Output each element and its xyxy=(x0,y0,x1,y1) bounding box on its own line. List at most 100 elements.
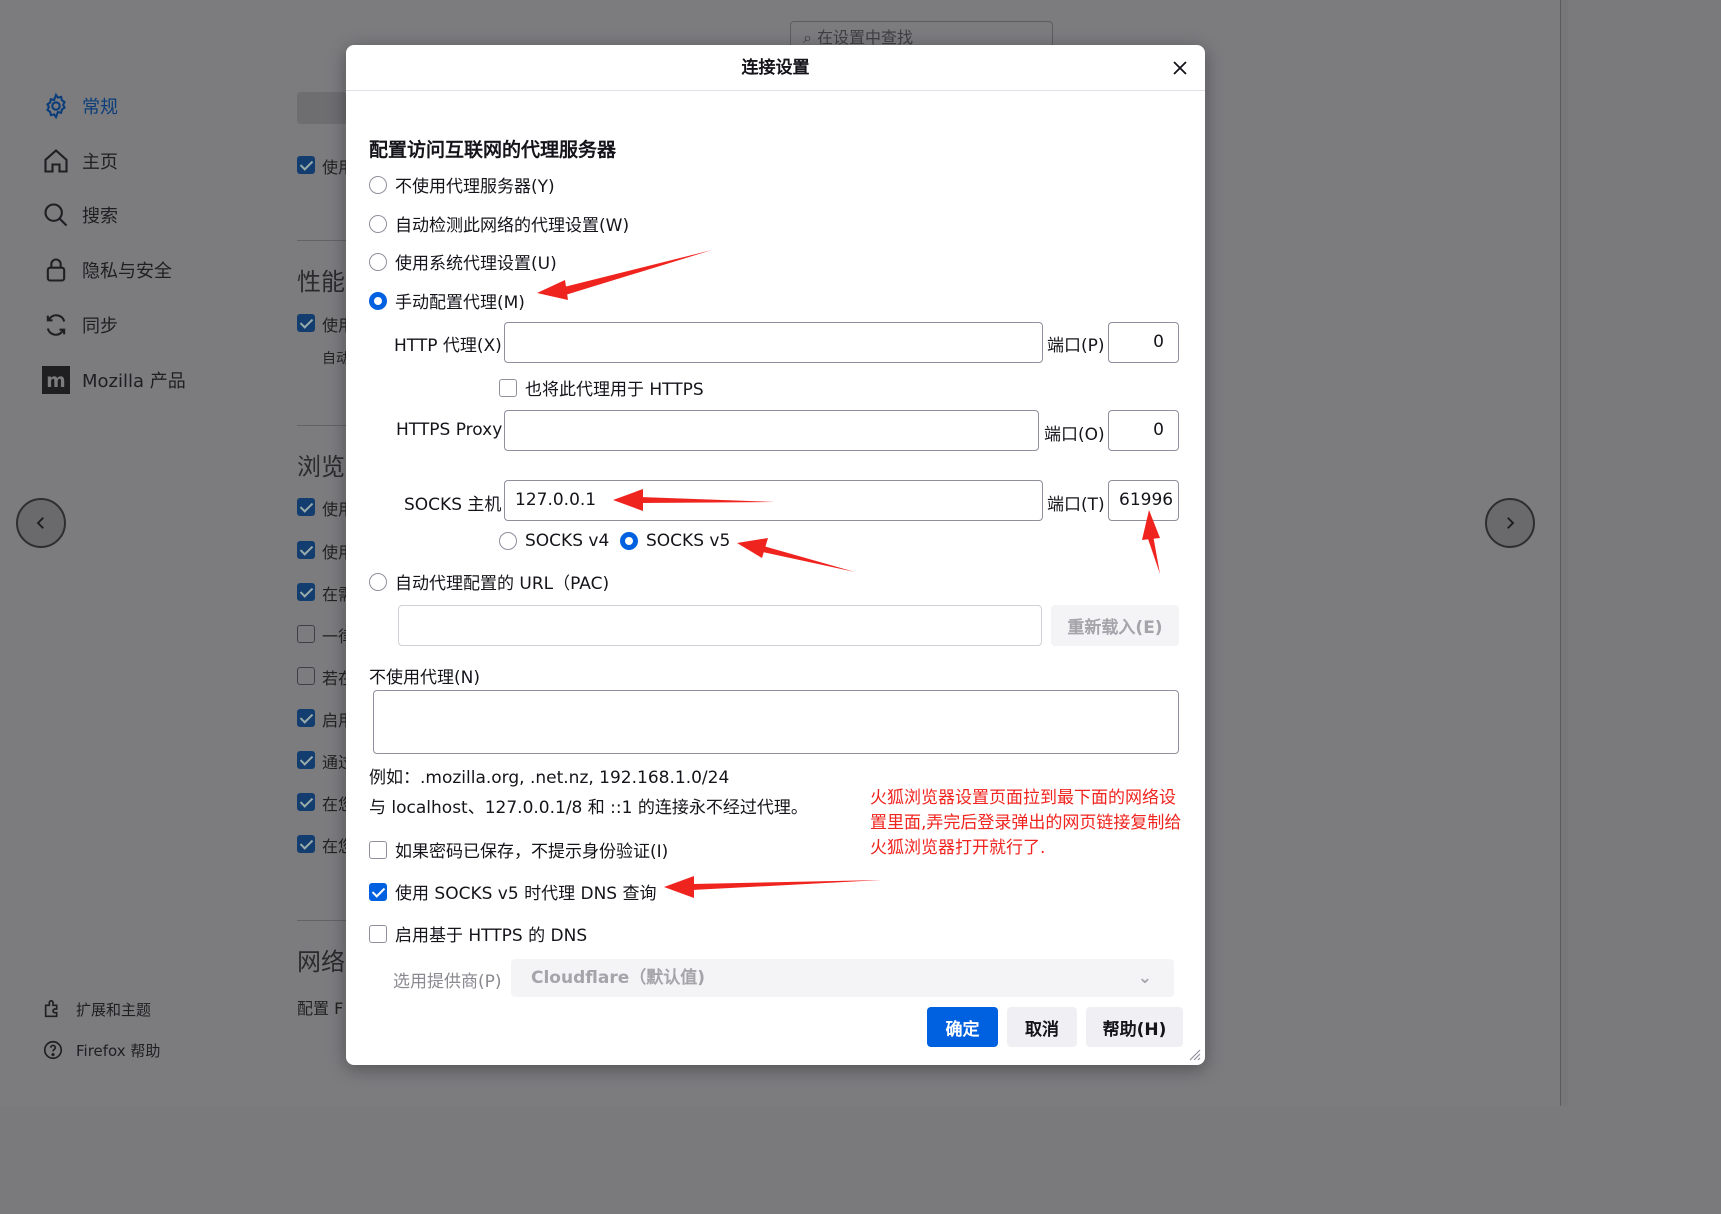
nav-extensions[interactable]: 扩展和主题 xyxy=(42,998,151,1020)
bg-checkbox[interactable] xyxy=(297,793,315,811)
radio-indicator[interactable] xyxy=(369,572,387,591)
bg-text: 自动 xyxy=(322,351,347,367)
proxy-section-title: 配置访问互联网的代理服务器 xyxy=(369,139,617,161)
bg-text: 在您 xyxy=(322,837,347,856)
bg-checkbox[interactable] xyxy=(297,583,315,601)
radio-no-proxy[interactable]: 不使用代理服务器(Y) xyxy=(369,172,555,197)
window-edge xyxy=(1560,0,1568,1106)
bg-text: 一律 xyxy=(322,627,347,646)
bg-text: 使用 xyxy=(322,543,347,562)
radio-indicator[interactable] xyxy=(369,175,387,194)
https-port-label: 端口(O) xyxy=(1044,425,1105,445)
radio-system-proxy[interactable]: 使用系统代理设置(U) xyxy=(369,249,557,274)
provider-select[interactable]: Cloudflare（默认值) ⌄ xyxy=(511,959,1174,997)
nav-mozilla-products[interactable]: m Mozilla 产品 xyxy=(42,366,186,394)
nav-label: 主页 xyxy=(82,152,118,173)
socks-host-input[interactable]: 127.0.0.1 xyxy=(504,480,1043,521)
checkbox-indicator[interactable] xyxy=(369,924,387,943)
localhost-hint: 与 localhost、127.0.0.1/8 和 ::1 的连接永不经过代理。 xyxy=(369,798,808,818)
checkbox-indicator[interactable] xyxy=(369,882,387,901)
dialog-title: 连接设置 xyxy=(346,45,1205,91)
bg-checkbox[interactable] xyxy=(297,156,315,174)
socks-port-input[interactable]: 61996 xyxy=(1108,480,1179,521)
https-dns-checkbox[interactable]: 启用基于 HTTPS 的 DNS xyxy=(369,921,587,946)
no-auth-prompt-checkbox[interactable]: 如果密码已保存，不提示身份验证(I) xyxy=(369,837,668,862)
home-icon xyxy=(44,149,68,173)
bg-text: 配置 F xyxy=(297,999,344,1018)
http-port-input[interactable]: 0 xyxy=(1108,322,1179,363)
https-proxy-label: HTTPS Proxy xyxy=(396,420,503,440)
radio-label: 使用系统代理设置(U) xyxy=(395,254,557,274)
search-icon xyxy=(44,203,68,227)
nav-label: 隐私与安全 xyxy=(82,261,172,282)
no-proxy-textarea[interactable] xyxy=(373,690,1179,754)
bg-checkbox[interactable] xyxy=(297,625,315,643)
radio-manual-proxy[interactable]: 手动配置代理(M) xyxy=(369,288,525,313)
also-https-checkbox[interactable]: 也将此代理用于 HTTPS xyxy=(499,375,704,400)
nav-label: 搜索 xyxy=(82,206,118,227)
checkbox-label: 使用 SOCKS v5 时代理 DNS 查询 xyxy=(395,884,657,904)
checkbox-indicator[interactable] xyxy=(499,378,517,397)
checkbox-label: 启用基于 HTTPS 的 DNS xyxy=(395,926,588,946)
bg-checkbox[interactable] xyxy=(297,709,315,727)
annotation-note: 火狐浏览器设置页面拉到最下面的网络设置里面,弄完后登录弹出的网页链接复制给火狐浏… xyxy=(870,788,1182,858)
radio-pac-url[interactable]: 自动代理配置的 URL（PAC) xyxy=(369,569,609,594)
checkbox-indicator[interactable] xyxy=(369,840,387,859)
close-icon xyxy=(1173,61,1187,75)
socks-dns-checkbox[interactable]: 使用 SOCKS v5 时代理 DNS 查询 xyxy=(369,879,656,904)
nav-label: 同步 xyxy=(82,316,118,337)
nav-sync[interactable]: 同步 xyxy=(42,311,118,339)
no-proxy-label: 不使用代理(N) xyxy=(369,668,480,688)
nav-label: 常规 xyxy=(82,97,118,118)
chevron-down-icon: ⌄ xyxy=(1137,968,1152,988)
radio-auto-detect[interactable]: 自动检测此网络的代理设置(W) xyxy=(369,211,629,236)
bg-checkbox[interactable] xyxy=(297,498,315,516)
radio-label: SOCKS v4 xyxy=(525,531,610,551)
puzzle-icon xyxy=(44,999,58,1018)
https-proxy-input[interactable] xyxy=(504,410,1039,451)
radio-indicator[interactable] xyxy=(620,532,638,550)
connection-settings-dialog: 连接设置 配置访问互联网的代理服务器 不使用代理服务器(Y) 自动检测此网络的代… xyxy=(346,45,1205,1065)
radio-indicator[interactable] xyxy=(369,214,387,233)
https-port-input[interactable]: 0 xyxy=(1108,410,1179,451)
close-button[interactable] xyxy=(1165,53,1195,83)
http-port-label: 端口(P) xyxy=(1047,336,1105,356)
ok-button[interactable]: 确定 xyxy=(927,1007,998,1047)
nav-search[interactable]: 搜索 xyxy=(42,201,118,229)
radio-label: SOCKS v5 xyxy=(646,531,731,551)
radio-label: 不使用代理服务器(Y) xyxy=(395,177,555,197)
socks-host-label: SOCKS 主机 xyxy=(404,495,502,515)
resize-grip-icon[interactable] xyxy=(1185,1045,1201,1061)
cancel-button[interactable]: 取消 xyxy=(1007,1007,1077,1047)
example-hint: 例如：.mozilla.org, .net.nz, 192.168.1.0/24 xyxy=(369,768,730,788)
bg-checkbox[interactable] xyxy=(297,667,315,685)
nav-firefox-help[interactable]: Firefox 帮助 xyxy=(42,1039,160,1061)
bg-checkbox[interactable] xyxy=(297,751,315,769)
nav-home[interactable]: 主页 xyxy=(42,147,118,175)
reload-button[interactable]: 重新载入(E) xyxy=(1051,605,1179,646)
radio-indicator[interactable] xyxy=(369,252,387,271)
nav-label: 扩展和主题 xyxy=(76,1000,152,1019)
bg-checkbox[interactable] xyxy=(297,835,315,853)
section-heading-browsing: 浏览 xyxy=(297,453,345,481)
lock-icon xyxy=(46,258,66,282)
previous-arrow-button[interactable] xyxy=(16,498,66,548)
section-heading-performance: 性能 xyxy=(297,268,345,296)
provider-value: Cloudflare（默认值) xyxy=(531,968,706,988)
nav-label: Mozilla 产品 xyxy=(82,371,186,392)
bg-checkbox[interactable] xyxy=(297,314,315,332)
bg-checkbox[interactable] xyxy=(297,541,315,559)
help-button[interactable]: 帮助(H) xyxy=(1086,1007,1183,1047)
nav-privacy[interactable]: 隐私与安全 xyxy=(42,256,172,284)
radio-indicator[interactable] xyxy=(369,291,387,310)
radio-socks-v4[interactable]: SOCKS v4 xyxy=(499,531,609,551)
nav-general[interactable]: 常规 xyxy=(42,92,118,120)
http-proxy-input[interactable] xyxy=(504,322,1043,363)
radio-indicator[interactable] xyxy=(499,532,517,550)
divider xyxy=(297,920,347,921)
bg-text: 启用 xyxy=(322,711,347,730)
pac-url-input[interactable] xyxy=(398,605,1042,646)
nav-label: Firefox 帮助 xyxy=(76,1041,161,1060)
next-arrow-button[interactable] xyxy=(1485,498,1535,548)
radio-socks-v5[interactable]: SOCKS v5 xyxy=(620,531,730,551)
